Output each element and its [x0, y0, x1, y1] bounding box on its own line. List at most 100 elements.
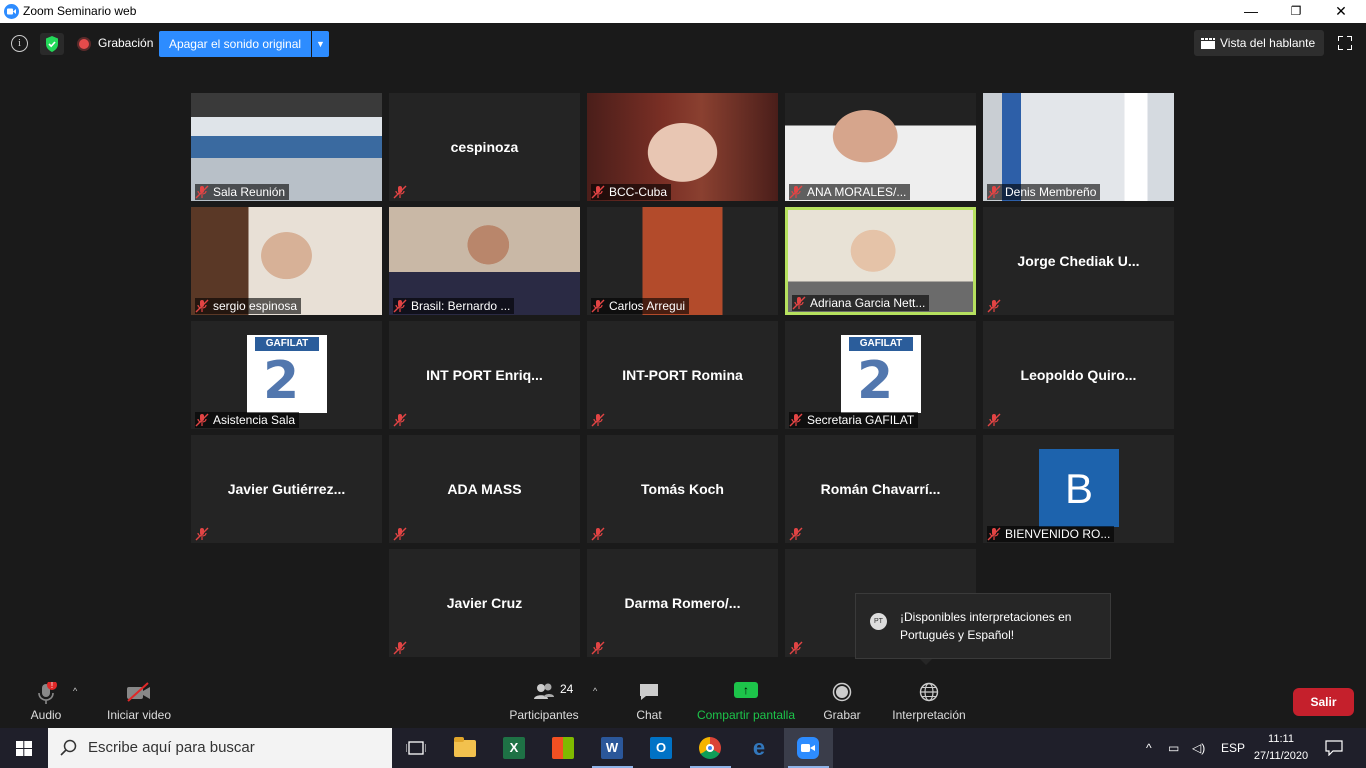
- store-taskbar-icon[interactable]: [539, 728, 588, 768]
- muted-mic-icon: [987, 185, 1001, 199]
- participant-tile[interactable]: cespinoza: [389, 93, 580, 201]
- participant-tile[interactable]: ADA MASS: [389, 435, 580, 543]
- participant-tile[interactable]: Adriana Garcia Nett...: [785, 207, 976, 315]
- participants-options-caret[interactable]: ^: [593, 686, 597, 696]
- participant-label: BIENVENIDO RO...: [987, 526, 1115, 542]
- word-taskbar-icon[interactable]: W: [588, 728, 637, 768]
- outlook-taskbar-icon[interactable]: O: [637, 728, 686, 768]
- taskbar-clock[interactable]: 11:11 27/11/2020: [1250, 731, 1312, 765]
- maximize-button[interactable]: ❐: [1273, 0, 1319, 23]
- fullscreen-icon[interactable]: [1338, 36, 1352, 50]
- zoom-camera-icon: [801, 744, 815, 752]
- zoom-taskbar-icon[interactable]: [784, 728, 833, 768]
- speaker-view-button[interactable]: Vista del hablante: [1194, 30, 1324, 56]
- zoom-app-icon: [4, 4, 19, 19]
- muted-mic-icon: [591, 413, 605, 427]
- participant-tile[interactable]: Tomás Koch: [587, 435, 778, 543]
- muted-mic-icon: [195, 413, 209, 427]
- volume-icon[interactable]: ◁): [1192, 728, 1205, 768]
- audio-button[interactable]: ! Audio: [20, 668, 72, 728]
- participant-tile[interactable]: INT-PORT Romina: [587, 321, 778, 429]
- participant-tile[interactable]: sergio espinosa: [191, 207, 382, 315]
- participant-label: Secretaria GAFILAT: [789, 412, 919, 428]
- participant-tile[interactable]: ANA MORALES/...: [785, 93, 976, 201]
- muted-mic-icon: [789, 527, 803, 541]
- participant-tile[interactable]: Leopoldo Quiro...: [983, 321, 1174, 429]
- minimize-button[interactable]: —: [1228, 0, 1274, 23]
- muted-mic-icon: [591, 641, 605, 655]
- participant-name: ADA MASS: [447, 481, 522, 497]
- task-view-icon: [406, 741, 426, 755]
- excel-taskbar-icon[interactable]: X: [490, 728, 539, 768]
- participant-tile[interactable]: BCC-Cuba: [587, 93, 778, 201]
- participant-tile[interactable]: Javier Cruz: [389, 549, 580, 657]
- participant-label: Carlos Arregui: [591, 298, 690, 314]
- share-screen-button[interactable]: ↑ Compartir pantalla: [692, 668, 800, 728]
- audio-options-caret[interactable]: ^: [73, 686, 77, 696]
- participant-name: Javier Cruz: [446, 595, 523, 611]
- start-video-label: Iniciar video: [106, 708, 172, 722]
- participant-tile[interactable]: Denis Membreño: [983, 93, 1174, 201]
- notification-center-icon[interactable]: [1325, 740, 1343, 756]
- security-shield-icon[interactable]: [40, 33, 64, 55]
- edge-taskbar-icon[interactable]: e: [735, 728, 784, 768]
- grid-view-icon: [1201, 38, 1215, 49]
- participant-tile[interactable]: GAFILAT 2 Secretaria GAFILAT: [785, 321, 976, 429]
- avatar: B: [1039, 449, 1119, 527]
- participant-name: cespinoza: [450, 139, 519, 155]
- participant-tile[interactable]: Brasil: Bernardo ...: [389, 207, 580, 315]
- participant-tile[interactable]: GAFILAT 2 Asistencia Sala: [191, 321, 382, 429]
- windows-start-button[interactable]: [0, 728, 48, 768]
- record-button[interactable]: Grabar: [818, 668, 866, 728]
- muted-mic-icon: [393, 413, 407, 427]
- search-placeholder: Escribe aquí para buscar: [88, 739, 255, 756]
- info-icon[interactable]: i: [11, 35, 28, 52]
- recording-icon: [79, 39, 89, 49]
- original-sound-button[interactable]: Apagar el sonido original: [159, 31, 311, 57]
- participant-name: Tomás Koch: [641, 481, 724, 497]
- input-language[interactable]: ESP: [1221, 728, 1245, 768]
- start-video-button[interactable]: Iniciar video: [100, 668, 178, 728]
- interpretation-toast: PT ¡Disponibles interpretaciones en Port…: [855, 593, 1111, 665]
- participant-tile[interactable]: Javier Gutiérrez...: [191, 435, 382, 543]
- gafilat-logo-icon: GAFILAT 2: [247, 335, 327, 413]
- participant-label: Asistencia Sala: [195, 412, 300, 428]
- muted-mic-icon: [195, 527, 209, 541]
- interpretation-button[interactable]: Interpretación: [886, 668, 972, 728]
- chat-icon: [640, 684, 658, 700]
- participant-tile[interactable]: Román Chavarrí...: [785, 435, 976, 543]
- share-screen-icon: ↑: [734, 682, 758, 698]
- show-hidden-icons[interactable]: ^: [1146, 728, 1152, 768]
- participant-tile[interactable]: Carlos Arregui: [587, 207, 778, 315]
- participant-tile[interactable]: B BIENVENIDO RO...: [983, 435, 1174, 543]
- video-off-icon: [127, 682, 150, 702]
- participant-name: Leopoldo Quiro...: [1020, 367, 1137, 383]
- chrome-taskbar-icon[interactable]: [686, 728, 735, 768]
- file-explorer-taskbar-icon[interactable]: [441, 728, 490, 768]
- participant-label: Denis Membreño: [987, 184, 1101, 200]
- participant-tile[interactable]: Darma Romero/...: [587, 549, 778, 657]
- close-button[interactable]: ✕: [1318, 0, 1364, 23]
- leave-button[interactable]: Salir: [1293, 688, 1354, 716]
- participant-label: sergio espinosa: [195, 298, 302, 314]
- share-screen-label: Compartir pantalla: [696, 708, 796, 722]
- participant-tile[interactable]: Sala Reunión: [191, 93, 382, 201]
- search-icon: [60, 739, 77, 756]
- chat-button[interactable]: Chat: [624, 668, 674, 728]
- meeting-toolbar: ! Audio ^ Iniciar video 24 Participantes…: [0, 668, 1366, 728]
- participant-tile[interactable]: INT PORT Enriq...: [389, 321, 580, 429]
- participant-name: Darma Romero/...: [624, 595, 741, 611]
- task-view-button[interactable]: [392, 728, 441, 768]
- network-icon[interactable]: ▭: [1168, 728, 1179, 768]
- original-sound-dropdown[interactable]: ▼: [312, 31, 329, 57]
- participants-button[interactable]: 24 Participantes: [504, 668, 584, 728]
- participant-name: INT PORT Enriq...: [426, 367, 543, 383]
- record-icon: [832, 682, 852, 702]
- taskbar-search-box[interactable]: Escribe aquí para buscar: [48, 728, 392, 768]
- participant-tile[interactable]: Jorge Chediak U...: [983, 207, 1174, 315]
- speaker-view-label: Vista del hablante: [1220, 36, 1316, 50]
- audio-label: Audio: [30, 708, 62, 722]
- chat-label: Chat: [636, 708, 662, 722]
- meeting-topbar: i Grabación Apagar el sonido original ▼ …: [0, 23, 1366, 63]
- participant-label: Brasil: Bernardo ...: [393, 298, 515, 314]
